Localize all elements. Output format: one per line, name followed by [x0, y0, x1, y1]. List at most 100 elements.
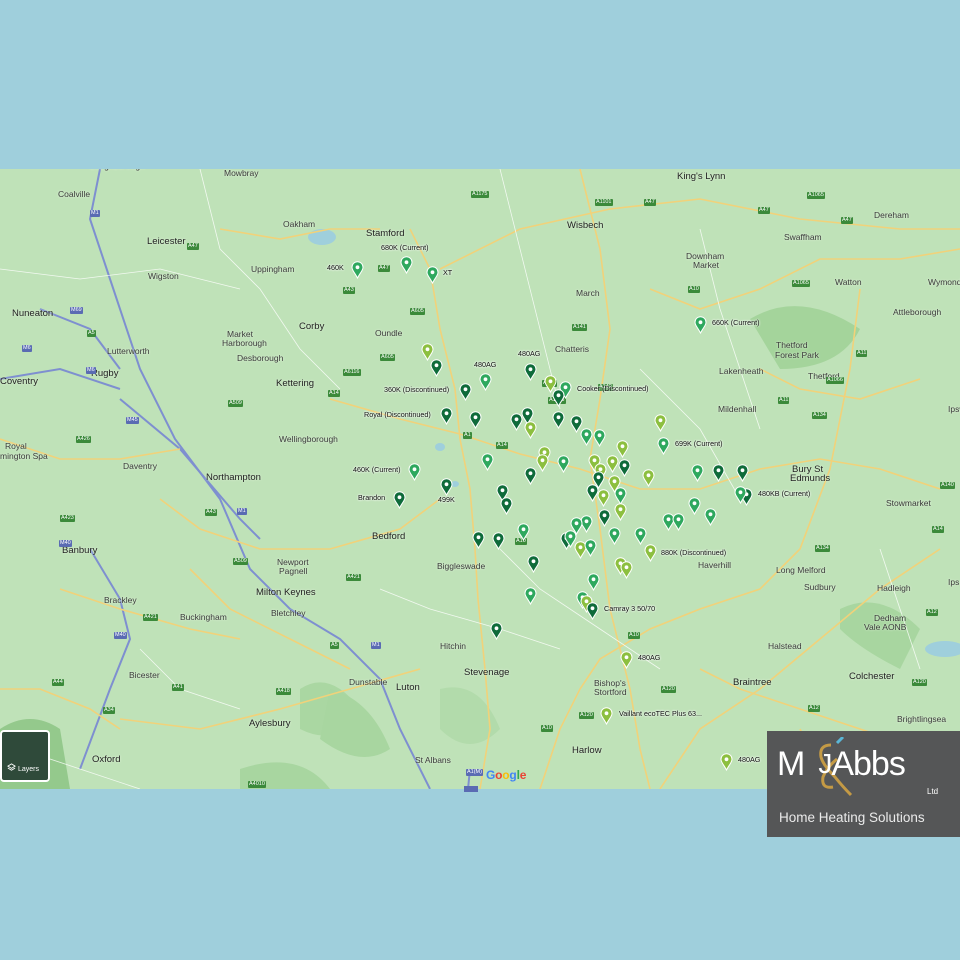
layers-button[interactable]: Layers [0, 730, 50, 782]
town-label: Wisbech [567, 220, 604, 231]
map-pin-icon[interactable] [440, 407, 453, 425]
map-pin-icon[interactable] [472, 531, 485, 549]
map-pin-icon[interactable] [657, 437, 670, 455]
road-shield: A140 [940, 482, 955, 489]
map-pin-icon[interactable] [736, 464, 749, 482]
road-shield: M1 [237, 508, 247, 515]
map-pin-icon[interactable] [500, 497, 513, 515]
map-pin-icon[interactable] [393, 491, 406, 509]
map-pin-icon[interactable] [620, 651, 633, 669]
google-logo-letter: g [509, 768, 517, 782]
map-pin-icon[interactable] [430, 359, 443, 377]
map-pin-icon[interactable] [469, 411, 482, 429]
town-label: Loughborough [90, 169, 145, 171]
map-pin-icon[interactable] [584, 539, 597, 557]
town-label: St Albans [415, 755, 451, 765]
map-pin-icon[interactable] [694, 316, 707, 334]
road-shield: A1066 [826, 377, 844, 384]
map-pin-icon[interactable] [586, 602, 599, 620]
road-shield: A1101 [595, 199, 613, 206]
town-label: Colchester [849, 671, 895, 682]
company-logo: M JAbbs Ltd Home Heating Solutions [767, 731, 960, 837]
map-pin-icon[interactable] [524, 363, 537, 381]
town-label: Ips [948, 577, 960, 587]
road-shield: A14 [496, 442, 508, 449]
town-label: Watton [835, 277, 862, 287]
map-pin-icon[interactable] [552, 411, 565, 429]
map-pin-icon[interactable] [688, 497, 701, 515]
map-pin-icon[interactable] [593, 429, 606, 447]
map-pin-icon[interactable] [552, 389, 565, 407]
map-pin-label: Cooker (Discontinued) [577, 384, 649, 393]
road-shield: A10 [541, 725, 553, 732]
map-pin-icon[interactable] [517, 523, 530, 541]
map-pin-icon[interactable] [720, 753, 733, 771]
town-label: Lutterworth [107, 346, 150, 356]
road-shield: M40 [114, 632, 127, 639]
map-pin-icon[interactable] [704, 508, 717, 526]
road-shield: A6116 [343, 369, 361, 376]
map-pin-icon[interactable] [440, 478, 453, 496]
road-shield: M40 [59, 540, 72, 547]
map-pin-icon[interactable] [527, 555, 540, 573]
map-pin-icon[interactable] [351, 261, 364, 279]
road-shield: A1065 [792, 280, 810, 287]
map-pin-icon[interactable] [426, 266, 439, 284]
map-pin-icon[interactable] [481, 453, 494, 471]
town-label: Chatteris [555, 344, 590, 354]
map-pin-icon[interactable] [597, 489, 610, 507]
map-pin-label: 480AG [738, 755, 761, 764]
town-label: King's Lynn [677, 171, 726, 182]
road-shield: A120 [579, 712, 594, 719]
map-pin-icon[interactable] [459, 383, 472, 401]
map-pin-icon[interactable] [608, 527, 621, 545]
town-label: Coventry [0, 376, 39, 387]
map-pin-icon[interactable] [536, 454, 549, 472]
map-pin-icon[interactable] [524, 587, 537, 605]
map-pin-icon[interactable] [654, 414, 667, 432]
town-label: Wellingborough [279, 434, 338, 444]
road-shield: A1175 [471, 191, 489, 198]
map-pin-icon[interactable] [672, 513, 685, 531]
map-pin-icon[interactable] [587, 573, 600, 591]
road-shield: A43 [343, 287, 355, 294]
town-label: Leicester [147, 236, 186, 247]
map-pin-icon[interactable] [642, 469, 655, 487]
map-pin-label: 880K (Discontinued) [661, 548, 727, 557]
map-pin-icon[interactable] [524, 467, 537, 485]
map-pin-icon[interactable] [408, 463, 421, 481]
map-pin-icon[interactable] [580, 428, 593, 446]
town-label: Mowbray [224, 169, 259, 178]
town-label: Oundle [375, 328, 403, 338]
road-shield: A12 [808, 705, 820, 712]
map-pin-icon[interactable] [644, 544, 657, 562]
town-label: Aylesbury [249, 718, 291, 729]
map-pin-icon[interactable] [479, 373, 492, 391]
map-view[interactable]: Leicester Coalville Wigston Nuneaton Lutterw… [0, 169, 960, 789]
logo-tagline: Home Heating Solutions [779, 810, 925, 825]
map-pin-icon[interactable] [734, 486, 747, 504]
map-pin-icon[interactable] [490, 622, 503, 640]
town-label: Brackley [104, 595, 137, 605]
map-pin-icon[interactable] [557, 455, 570, 473]
map-pin-label: 480AG [518, 349, 541, 358]
map-pin-icon[interactable] [620, 561, 633, 579]
map-pin-icon[interactable] [634, 527, 647, 545]
road-shield: A47 [187, 243, 199, 250]
map-pin-icon[interactable] [400, 256, 413, 274]
map-pin-icon[interactable] [598, 509, 611, 527]
map-pin-icon[interactable] [492, 532, 505, 550]
road-shield: A43 [205, 509, 217, 516]
map-pin-icon[interactable] [524, 421, 537, 439]
town-label: Sudbury [804, 582, 836, 592]
town-label: Haverhill [698, 560, 732, 570]
town-label: Kettering [276, 378, 315, 389]
road-shield: A10 [628, 632, 640, 639]
map-pin-icon[interactable] [600, 707, 613, 725]
map-pin-icon[interactable] [614, 503, 627, 521]
map-pin-icon[interactable] [691, 464, 704, 482]
google-logo-letter: G [486, 768, 496, 782]
road-shield: A47 [758, 207, 770, 214]
map-pin-icon[interactable] [712, 464, 725, 482]
map-pin-label: 660K (Current) [712, 318, 760, 327]
